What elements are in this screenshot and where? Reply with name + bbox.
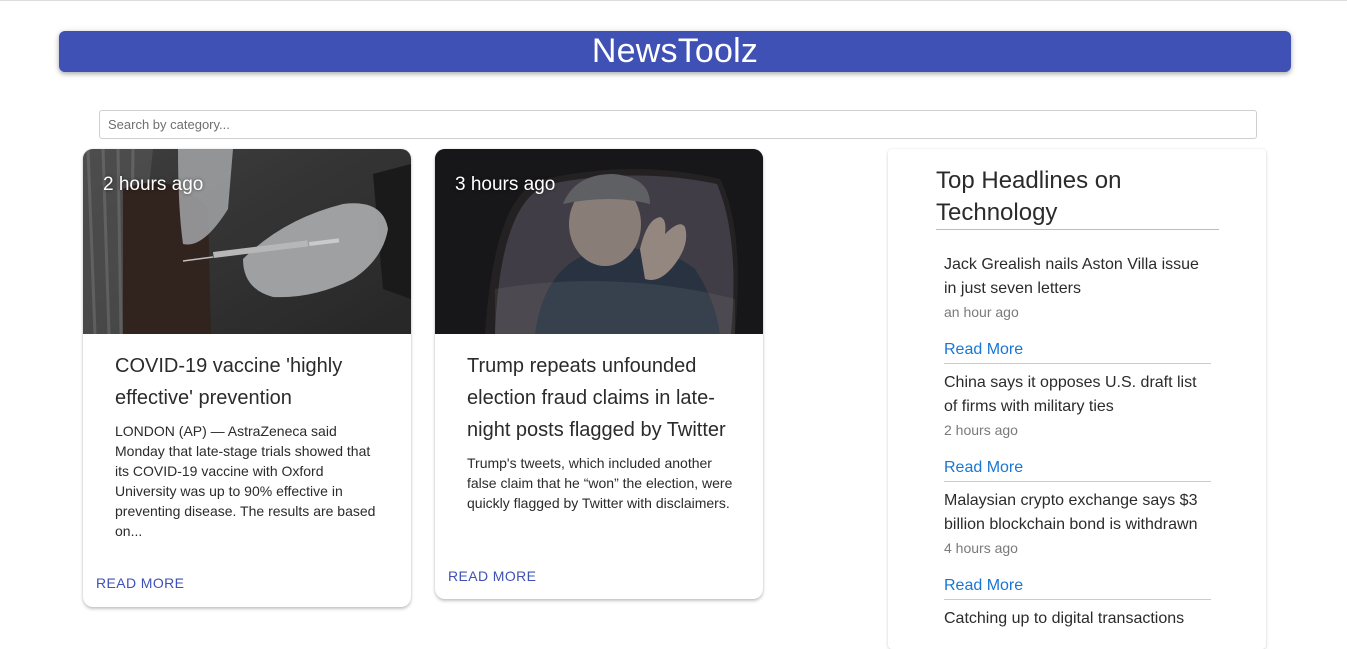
top-headlines-panel: Top Headlines on Technology Jack Grealis…	[888, 149, 1266, 649]
headline-time: 4 hours ago	[944, 540, 1018, 556]
search-input[interactable]	[99, 110, 1257, 139]
headline-divider	[944, 599, 1211, 600]
headline-divider	[944, 363, 1211, 364]
card-time: 2 hours ago	[103, 174, 204, 195]
headline-time: an hour ago	[944, 304, 1019, 320]
read-more-button[interactable]: READ MORE	[448, 568, 536, 584]
card-image-trump[interactable]: 3 hours ago	[435, 149, 763, 334]
card-description: Trump's tweets, which included another f…	[467, 455, 733, 511]
headline-item: Jack Grealish nails Aston Villa issue in…	[944, 253, 1211, 323]
app-title: NewsToolz	[591, 32, 759, 70]
card-time: 3 hours ago	[455, 174, 556, 195]
read-more-link[interactable]: Read More	[944, 341, 1023, 359]
card-description: LONDON (AP) — AstraZeneca said Monday th…	[115, 423, 376, 539]
headline-title: Catching up to digital transactions	[944, 610, 1185, 627]
news-card: 3 hours ago Trump repeats unfounded elec…	[435, 149, 763, 599]
app-bar: NewsToolz	[59, 31, 1291, 72]
headline-item: Malaysian crypto exchange says $3 billio…	[944, 489, 1211, 559]
panel-title: Top Headlines on Technology	[936, 167, 1122, 226]
read-more-link[interactable]: Read More	[944, 459, 1023, 477]
news-card: 2 hours ago COVID-19 vaccine 'highly eff…	[83, 149, 411, 607]
card-title: COVID-19 vaccine 'highly effective' prev…	[115, 355, 343, 409]
top-divider	[0, 0, 1347, 1]
card-title: Trump repeats unfounded election fraud c…	[467, 355, 726, 441]
read-more-link[interactable]: Read More	[944, 577, 1023, 595]
headline-title: Malaysian crypto exchange says $3 billio…	[944, 492, 1198, 533]
title-divider	[936, 229, 1219, 230]
headline-item: China says it opposes U.S. draft list of…	[944, 371, 1211, 441]
headline-title: Jack Grealish nails Aston Villa issue in…	[944, 256, 1199, 297]
card-image-vaccine[interactable]: 2 hours ago	[83, 149, 411, 334]
read-more-button[interactable]: READ MORE	[96, 575, 184, 591]
headline-time: 2 hours ago	[944, 422, 1018, 438]
headline-title: China says it opposes U.S. draft list of…	[944, 374, 1197, 415]
headline-divider	[944, 481, 1211, 482]
headline-item: Catching up to digital transactions	[944, 607, 1211, 631]
